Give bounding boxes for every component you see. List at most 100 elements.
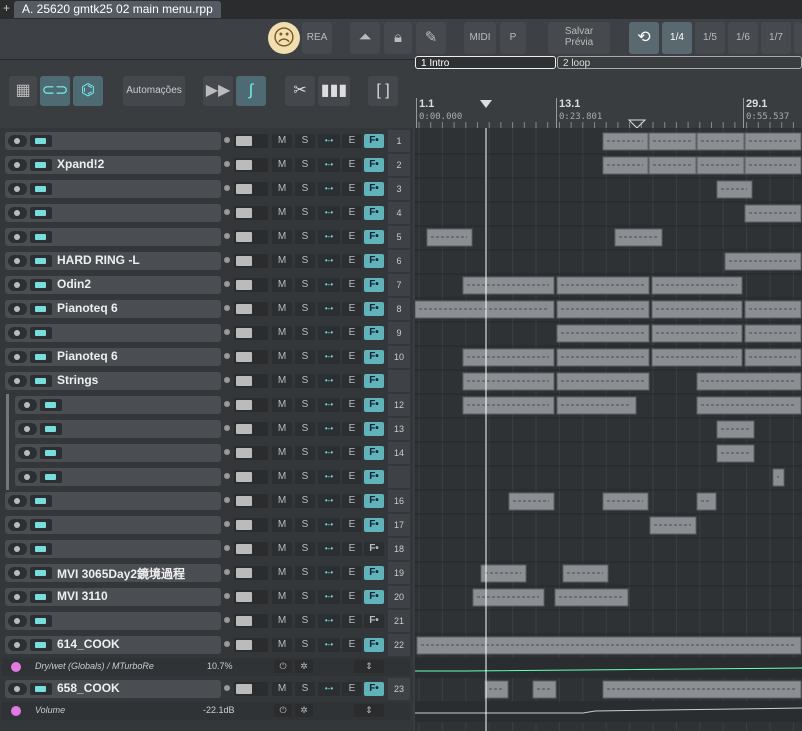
mute-button[interactable]: M (272, 398, 292, 412)
routing-button[interactable]: •-• (318, 518, 340, 532)
envelope-lane[interactable]: Volume -22.1dB ⏻ ✲ ⇕ (2, 702, 410, 720)
metronome-icon[interactable]: ⏶ (350, 22, 380, 54)
envelope-button[interactable]: E (342, 254, 362, 268)
volume-fader[interactable] (234, 206, 268, 220)
track-name-lane[interactable]: 614_COOK (5, 636, 221, 654)
routing-button[interactable]: •-• (318, 682, 340, 696)
solo-button[interactable]: S (295, 326, 315, 340)
track-name-lane[interactable] (5, 516, 221, 534)
routing-button[interactable]: •-• (318, 542, 340, 556)
pan-knob[interactable] (224, 209, 230, 215)
envelope-button[interactable]: E (342, 278, 362, 292)
volume-fader[interactable] (234, 374, 268, 388)
grid-1-7-button[interactable]: 1/7 (761, 22, 791, 54)
fx-button[interactable]: F• (364, 518, 384, 532)
bracket-button[interactable]: [ ] (368, 76, 398, 106)
record-arm-button[interactable] (8, 495, 27, 507)
mute-button[interactable]: M (272, 518, 292, 532)
fx-button[interactable]: F• (364, 158, 384, 172)
fx-button[interactable]: F• (364, 254, 384, 268)
envelope-button[interactable]: E (342, 566, 362, 580)
fx-button[interactable]: F• (364, 206, 384, 220)
region-loop[interactable]: 2 loop (557, 56, 802, 69)
monitor-icon[interactable] (40, 447, 62, 459)
volume-fader[interactable] (234, 158, 268, 172)
record-arm-button[interactable] (8, 375, 27, 387)
monitor-icon[interactable] (30, 135, 52, 147)
monitor-icon[interactable] (30, 303, 52, 315)
track-name-lane[interactable] (5, 204, 221, 222)
volume-fader[interactable] (234, 518, 268, 532)
volume-fader[interactable] (234, 134, 268, 148)
solo-button[interactable]: S (295, 682, 315, 696)
solo-button[interactable]: S (295, 494, 315, 508)
monitor-icon[interactable] (30, 639, 52, 651)
record-arm-button[interactable] (8, 327, 27, 339)
monitor-icon[interactable] (30, 183, 52, 195)
region-intro[interactable]: 1 Intro (415, 56, 556, 69)
envelope-button[interactable]: E (342, 494, 362, 508)
volume-fader[interactable] (234, 254, 268, 268)
mute-button[interactable]: M (272, 302, 292, 316)
fx-button[interactable]: F• (364, 682, 384, 696)
solo-button[interactable]: S (295, 518, 315, 532)
fx-button[interactable]: F• (364, 182, 384, 196)
record-arm-button[interactable] (18, 399, 37, 411)
lock-icon[interactable]: 🔒︎ (384, 22, 412, 54)
envelope-arm-icon[interactable] (11, 706, 21, 716)
track-name-lane[interactable] (5, 324, 221, 342)
track-name-lane[interactable] (5, 612, 221, 630)
record-arm-button[interactable] (8, 683, 27, 695)
volume-fader[interactable] (234, 230, 268, 244)
record-arm-button[interactable] (8, 159, 27, 171)
envelope-button[interactable]: E (342, 374, 362, 388)
track-name-lane[interactable] (5, 180, 221, 198)
fx-button[interactable]: F• (364, 230, 384, 244)
pan-knob[interactable] (224, 497, 230, 503)
monitor-icon[interactable] (30, 591, 52, 603)
routing-button[interactable]: •-• (318, 374, 340, 388)
volume-fader[interactable] (234, 494, 268, 508)
track-name-lane[interactable] (15, 396, 221, 414)
pan-knob[interactable] (224, 545, 230, 551)
grid-1-6-button[interactable]: 1/6 (728, 22, 758, 54)
mute-button[interactable]: M (272, 682, 292, 696)
volume-fader[interactable] (234, 278, 268, 292)
track-name-lane[interactable]: Pianoteq 6 (5, 300, 221, 318)
toolbar-overflow[interactable] (794, 22, 802, 54)
routing-button[interactable]: •-• (318, 278, 340, 292)
record-arm-button[interactable] (8, 183, 27, 195)
link-icon[interactable]: ⊂⊃ (40, 76, 70, 106)
midi-button[interactable]: MIDI (464, 22, 496, 54)
pan-knob[interactable] (224, 185, 230, 191)
solo-button[interactable]: S (295, 542, 315, 556)
record-arm-button[interactable] (18, 447, 37, 459)
monitor-icon[interactable] (30, 279, 52, 291)
solo-button[interactable]: S (295, 422, 315, 436)
fx-button[interactable]: F• (364, 398, 384, 412)
track-name-lane[interactable] (5, 540, 221, 558)
track-name-lane[interactable] (5, 228, 221, 246)
record-arm-button[interactable] (8, 543, 27, 555)
solo-button[interactable]: S (295, 182, 315, 196)
face-icon[interactable]: ☹ (268, 22, 300, 54)
fx-button[interactable]: F• (364, 542, 384, 556)
mute-button[interactable]: M (272, 494, 292, 508)
track-name-lane[interactable]: Pianoteq 6 (5, 348, 221, 366)
envelope-arm-icon[interactable] (11, 662, 21, 672)
pan-knob[interactable] (224, 257, 230, 263)
loop-icon[interactable]: ⟲ (629, 22, 659, 54)
mute-button[interactable]: M (272, 470, 292, 484)
arrange-view[interactable] (415, 128, 802, 731)
monitor-icon[interactable] (30, 351, 52, 363)
fx-button[interactable]: F• (364, 134, 384, 148)
solo-button[interactable]: S (295, 566, 315, 580)
save-preview-button[interactable]: Salvar Prévia (548, 22, 610, 54)
track-name-lane[interactable] (15, 444, 221, 462)
mute-button[interactable]: M (272, 374, 292, 388)
envelope-button[interactable]: E (342, 230, 362, 244)
volume-fader[interactable] (234, 182, 268, 196)
monitor-icon[interactable] (30, 159, 52, 171)
pan-knob[interactable] (224, 329, 230, 335)
fx-button[interactable]: F• (364, 326, 384, 340)
